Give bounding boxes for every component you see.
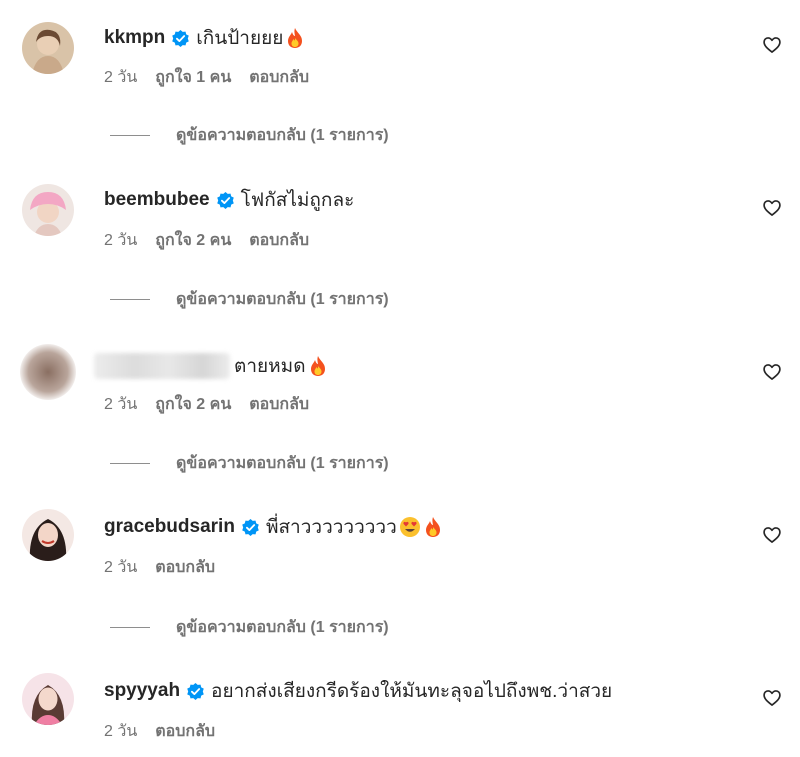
view-replies-label: ดูข้อความตอบกลับ (1 รายการ) [176, 454, 389, 472]
view-replies-label: ดูข้อความตอบกลับ (1 รายการ) [176, 290, 389, 308]
divider [110, 626, 150, 628]
divider [110, 462, 150, 464]
comment-time: 2 วัน [104, 231, 138, 249]
reply-button[interactable]: ตอบกลับ [249, 392, 309, 417]
heart-outline-icon[interactable] [762, 525, 782, 545]
username[interactable]: kkmpn [104, 27, 165, 49]
likes-count[interactable]: ถูกใจ 1 คน [155, 65, 231, 90]
username[interactable]: spyyyah [104, 680, 180, 702]
comment-time: 2 วัน [104, 395, 138, 413]
comment-text: เกินป้ายยย [196, 28, 284, 49]
comment-text: พี่สาววววววววว [265, 517, 397, 538]
verified-badge-icon [241, 518, 260, 537]
heart-outline-icon[interactable] [762, 362, 782, 382]
verified-badge-icon [216, 191, 235, 210]
reply-button[interactable]: ตอบกลับ [155, 555, 215, 580]
view-replies-label: ดูข้อความตอบกลับ (1 รายการ) [176, 618, 389, 636]
comment-text: ตายหมด [234, 356, 306, 377]
view-replies-button[interactable]: ดูข้อความตอบกลับ (1 รายการ) [110, 288, 389, 310]
fire-emoji [423, 516, 443, 538]
verified-badge-icon [171, 29, 190, 48]
heart-outline-icon[interactable] [762, 35, 782, 55]
view-replies-button[interactable]: ดูข้อความตอบกลับ (1 รายการ) [110, 616, 389, 638]
avatar[interactable] [22, 184, 74, 236]
view-replies-button[interactable]: ดูข้อความตอบกลับ (1 รายการ) [110, 124, 389, 146]
comment-text: อยากส่งเสียงกรีดร้องให้มันทะลุจอไปถึงพช.… [211, 681, 613, 702]
avatar[interactable] [22, 22, 74, 74]
likes-count[interactable]: ถูกใจ 2 คน [155, 392, 231, 417]
heart-outline-icon[interactable] [762, 198, 782, 218]
heart-outline-icon[interactable] [762, 688, 782, 708]
comment-time: 2 วัน [104, 68, 138, 86]
comment-text: โฟกัสไม่ถูกละ [240, 190, 355, 211]
heart-eyes-emoji [399, 516, 421, 538]
divider [110, 134, 150, 136]
comment-time: 2 วัน [104, 558, 138, 576]
view-replies-button[interactable]: ดูข้อความตอบกลับ (1 รายการ) [110, 452, 389, 474]
username[interactable]: beembubee [104, 189, 210, 211]
fire-emoji [308, 355, 328, 377]
blurred-username[interactable] [94, 353, 230, 379]
likes-count[interactable]: ถูกใจ 2 คน [155, 228, 231, 253]
username[interactable]: gracebudsarin [104, 516, 235, 538]
reply-button[interactable]: ตอบกลับ [155, 719, 215, 744]
reply-button[interactable]: ตอบกลับ [249, 65, 309, 90]
view-replies-label: ดูข้อความตอบกลับ (1 รายการ) [176, 126, 389, 144]
divider [110, 298, 150, 300]
verified-badge-icon [186, 682, 205, 701]
comment-time: 2 วัน [104, 722, 138, 740]
avatar[interactable] [22, 673, 74, 725]
avatar[interactable] [22, 509, 74, 561]
fire-emoji [285, 27, 305, 49]
reply-button[interactable]: ตอบกลับ [249, 228, 309, 253]
avatar[interactable] [20, 344, 76, 400]
